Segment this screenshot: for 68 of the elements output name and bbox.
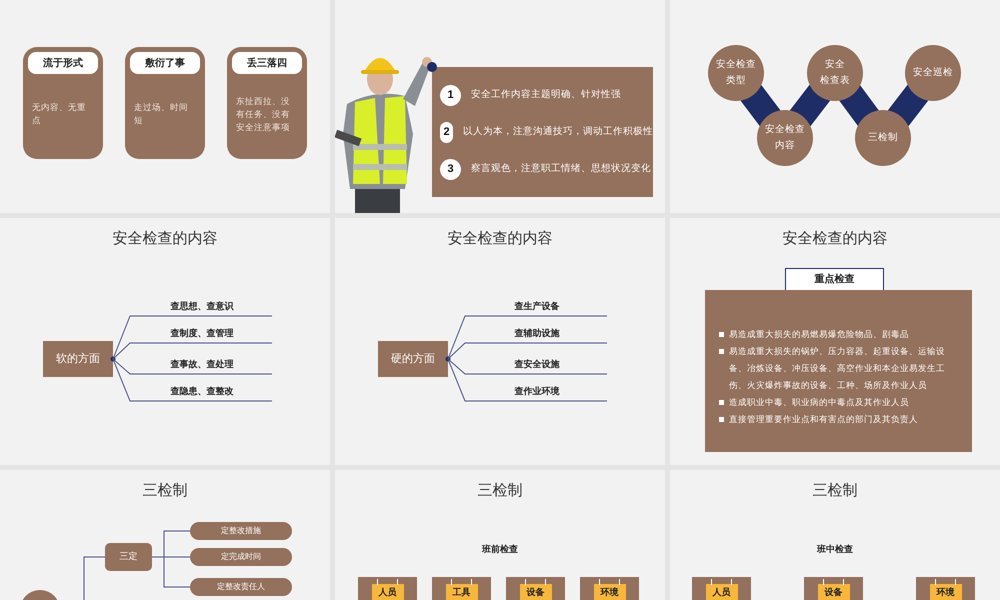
slide-thumbnail[interactable]: 流于形式 无内容、无重点 敷衍了事 走过场、时间短 丢三落四 东扯西拉、没有任务、没有安全注意事项	[0, 0, 330, 213]
leaf-pill: 定整改责任人	[190, 578, 292, 596]
item-tag: 设备	[818, 584, 850, 600]
slide-thumbnail[interactable]: 安全检查的内容 软的方面 查思想、查意识 查制度、查管理 查事故、查处理 查隐患、查整改	[0, 218, 330, 465]
step-text: 以人为本，注意沟通技巧，调动工作积极性	[463, 124, 653, 139]
item-tag: 工具	[446, 584, 478, 600]
leaf-pill: 定整改措施	[190, 522, 292, 540]
leaf-pill: 定完成时间	[190, 548, 292, 566]
card-title: 流于形式	[28, 52, 98, 74]
step-number: 2	[440, 122, 453, 142]
slide-thumbnail[interactable]: 三检制 班前检查 人员 工具 设备 环境	[335, 470, 665, 600]
bullet-icon	[719, 417, 724, 422]
slide-title: 安全检查的内容	[446, 229, 554, 249]
card-text: 无内容、无重点	[32, 101, 87, 127]
branch-label: 查制度、查管理	[170, 327, 234, 340]
step-text: 察言观色，注意职工情绪、思想状况变化	[471, 162, 651, 176]
slide-thumbnail[interactable]: 安全检查 类型 安全检查 内容 安全 检查表 三检制 安全巡检	[670, 0, 1000, 213]
slide-title: 安全检查的内容	[782, 229, 888, 249]
slide-thumbnail[interactable]: 安全检查的内容 硬的方面 查生产设备 查辅助设施 查安全设施 查作业环境	[335, 218, 665, 465]
bullet-text: 易造成重大损失的锅炉、压力容器、起重设备、运输设备、冶炼设备、冲压设备、高空作业和本企业易发生工伤、火灾爆炸事故的设备、工种、场所及作业人员	[729, 345, 946, 392]
slide-thumbnail[interactable]: 1 安全工作内容主题明确、针对性强 2 以人为本，注意沟通技巧，调动工作积极性 3 察言观色，注意职工情绪、思想状况变化	[335, 0, 665, 213]
item-tag: 环境	[930, 584, 962, 600]
bullet-text: 造成职业中毒、职业病的中毒点及其作业人员	[729, 396, 909, 409]
node-label: 安全检查	[765, 123, 805, 137]
group-label: 班前检查	[480, 543, 519, 556]
card-title: 敷衍了事	[130, 52, 200, 74]
bullet-icon	[719, 332, 724, 337]
step-number: 1	[440, 84, 461, 106]
bullet-icon	[719, 400, 724, 405]
slide-thumbnail[interactable]: 三检制 班中检查 人员 设备 环境	[670, 470, 1000, 600]
group-label: 班中检查	[816, 543, 854, 556]
branch-label: 查思想、查意识	[170, 300, 234, 313]
bullet-icon	[719, 349, 724, 354]
node-label: 内容	[775, 139, 795, 153]
step-number: 3	[440, 158, 461, 180]
item-tag: 设备	[520, 584, 552, 600]
node-label: 安全	[825, 58, 845, 72]
card-text: 东扯西拉、没有任务、没有安全注意事项	[236, 94, 291, 134]
slide-title: 三检制	[812, 481, 858, 501]
tree-node: 三定	[105, 543, 152, 571]
slide-title: 安全检查的内容	[112, 229, 218, 249]
item-tag: 人员	[706, 584, 738, 600]
slide-title: 三检制	[476, 481, 524, 501]
slide-thumbnail[interactable]: 安全检查的内容 重点检查 易造成重大损失的易燃易爆危险物品、剧毒品 易造成重大损失的锅炉、压力容器、起重设备、运输设备、冶炼设备、冲压设备、高空作业和本企业易发生工伤、火灾爆炸事故的设备、工种、场所及作业人员 造成职业中毒、职业病的中毒点及其作业人员 直接管理重要作业点和有害点的部门及其负责人	[670, 218, 1000, 465]
node-label: 安全巡检	[913, 66, 953, 80]
node-label: 三检制	[868, 131, 898, 145]
branch-label: 查作业环境	[514, 385, 560, 398]
root-node: 软的方面	[43, 341, 113, 377]
item-tag: 人员	[372, 584, 404, 600]
node-label: 安全检查	[716, 58, 756, 72]
item-tag: 环境	[594, 584, 626, 600]
step-text: 安全工作内容主题明确、针对性强	[471, 88, 621, 102]
card-text: 走过场、时间短	[134, 101, 189, 127]
branch-label: 查安全设施	[514, 358, 560, 371]
bullet-text: 易造成重大损失的易燃易爆危险物品、剧毒品	[729, 328, 909, 341]
node-label: 类型	[726, 74, 746, 88]
root-node: 硬的方面	[378, 341, 448, 377]
card-title: 丢三落四	[232, 52, 302, 74]
bullet-text: 直接管理重要作业点和有害点的部门及其负责人	[729, 413, 918, 426]
pointer-dot	[427, 62, 437, 72]
focus-heading: 重点检查	[785, 268, 884, 291]
slide-title: 三检制	[142, 481, 188, 501]
branch-label: 查事故、查处理	[170, 358, 234, 371]
slide-thumbnail[interactable]: 三检制 三定 定整改措施 定完成时间 定整改责任人	[0, 470, 330, 600]
branch-label: 查生产设备	[514, 300, 560, 313]
branch-label: 查辅助设施	[514, 327, 560, 340]
node-label: 检查表	[820, 74, 850, 88]
branch-label: 查隐患、查整改	[170, 385, 234, 398]
